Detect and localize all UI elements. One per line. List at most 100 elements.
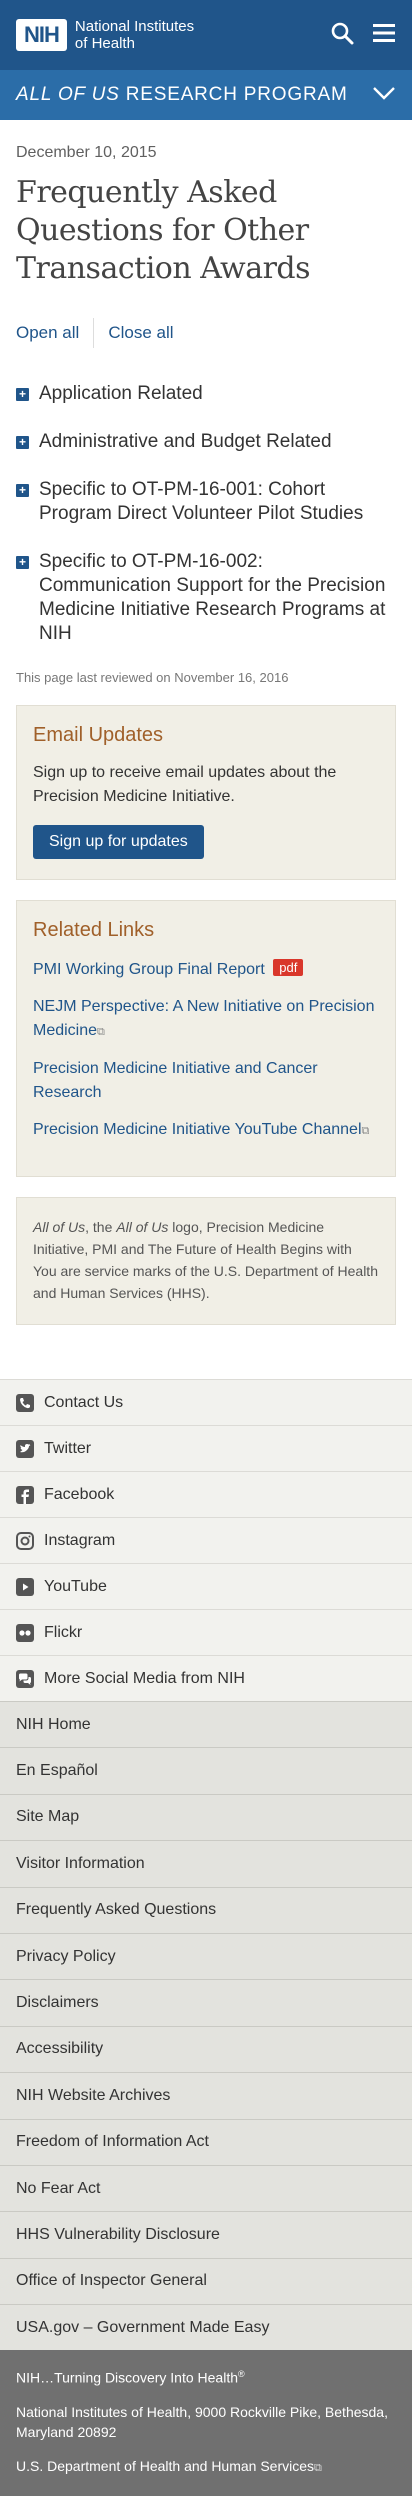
phone-icon — [16, 1393, 34, 1412]
related-link-label: PMI Working Group Final Report — [33, 961, 265, 978]
social-youtube[interactable]: YouTube — [0, 1563, 412, 1609]
footer-nav: NIH Home En Español Site Map Visitor Inf… — [0, 1701, 412, 2351]
footer-link-disclaimers[interactable]: Disclaimers — [0, 1979, 412, 2025]
social-links: Contact Us Twitter Facebook Instagram Yo… — [0, 1379, 412, 1701]
social-more[interactable]: More Social Media from NIH — [0, 1655, 412, 1701]
email-updates-title: Email Updates — [33, 724, 164, 746]
footer-link-visitor-info[interactable]: Visitor Information — [0, 1840, 412, 1886]
related-link-cancer[interactable]: Precision Medicine Initiative and Cancer… — [33, 1057, 379, 1105]
faq-accordion: + Application Related + Administrative a… — [16, 382, 396, 646]
divider — [93, 318, 95, 348]
footer-link-archives[interactable]: NIH Website Archives — [0, 2072, 412, 2118]
accordion-item-label: Specific to OT-PM-16-002: Communication … — [39, 551, 386, 644]
social-flickr[interactable]: Flickr — [0, 1609, 412, 1655]
search-icon[interactable] — [330, 21, 354, 50]
accordion-item-label: Specific to OT-PM-16-001: Cohort Program… — [39, 479, 364, 524]
accordion-controls: Open all Close all — [16, 318, 396, 348]
open-all-link[interactable]: Open all — [16, 323, 79, 343]
sign-up-button[interactable]: Sign up for updates — [33, 825, 204, 859]
external-link-icon: ⧉ — [97, 1026, 105, 1038]
program-title-emphasis: ALL OF US — [16, 84, 120, 105]
disclaimer-emphasis: All of Us — [116, 1219, 169, 1235]
logo-line-2: of Health — [74, 35, 135, 52]
disclaimer-emphasis: All of Us — [33, 1219, 86, 1235]
publish-date: December 10, 2015 — [16, 144, 157, 161]
logo-text: National Institutes of Health — [75, 18, 194, 52]
site-footer: Contact Us Twitter Facebook Instagram Yo… — [0, 1379, 412, 2496]
site-header: NIH National Institutes of Health — [0, 0, 412, 70]
footer-tagline: NIH…Turning Discovery Into Health® — [16, 2364, 396, 2388]
external-link-icon: ⧉ — [314, 2462, 322, 2475]
flickr-icon — [16, 1623, 34, 1642]
footer-hhs-link[interactable]: U.S. Department of Health and Human Serv… — [16, 2456, 396, 2478]
related-link-label: NEJM Perspective: A New Initiative on Pr… — [33, 998, 375, 1039]
related-link-nejm[interactable]: NEJM Perspective: A New Initiative on Pr… — [33, 995, 379, 1044]
trademark-disclaimer: All of Us, the All of Us logo, Precision… — [16, 1197, 396, 1325]
related-link-label: Precision Medicine Initiative and Cancer… — [33, 1060, 318, 1101]
related-links-title: Related Links — [33, 919, 155, 941]
program-bar[interactable]: ALL OF US RESEARCH PROGRAM — [0, 70, 412, 120]
instagram-icon — [16, 1531, 34, 1550]
social-label: Instagram — [44, 1531, 116, 1549]
social-contact-us[interactable]: Contact Us — [0, 1379, 412, 1425]
email-updates-card: Email Updates Sign up to receive email u… — [16, 705, 396, 880]
chevron-down-icon[interactable] — [372, 84, 396, 106]
nih-logo[interactable]: NIH National Institutes of Health — [16, 18, 194, 52]
footer-link-foia[interactable]: Freedom of Information Act — [0, 2118, 412, 2165]
social-twitter[interactable]: Twitter — [0, 1425, 412, 1471]
disclaimer-part: , the — [85, 1219, 117, 1235]
social-instagram[interactable]: Instagram — [0, 1517, 412, 1563]
social-label: More Social Media from NIH — [44, 1669, 245, 1687]
tagline-text: NIH…Turning Discovery Into Health — [16, 2370, 239, 2387]
page-title: Frequently Asked Questions for Other Tra… — [16, 175, 311, 286]
footer-bottom: NIH…Turning Discovery Into Health® Natio… — [0, 2350, 412, 2496]
related-links-card: Related Links PMI Working Group Final Re… — [16, 900, 396, 1177]
footer-link-usa-gov[interactable]: USA.gov – Government Made Easy — [0, 2304, 412, 2350]
related-link-pmi-report[interactable]: PMI Working Group Final Report pdf — [33, 956, 379, 982]
header-icons — [330, 21, 396, 50]
social-facebook[interactable]: Facebook — [0, 1471, 412, 1517]
email-updates-text: Sign up to receive email updates about t… — [33, 764, 337, 805]
expand-plus-icon: + — [16, 556, 29, 569]
social-label: Flickr — [44, 1623, 83, 1641]
footer-link-site-map[interactable]: Site Map — [0, 1793, 412, 1840]
social-label: Twitter — [44, 1439, 92, 1457]
social-label: Facebook — [44, 1485, 115, 1503]
close-all-link[interactable]: Close all — [108, 323, 173, 343]
external-link-icon: ⧉ — [361, 1125, 370, 1137]
related-link-label: Precision Medicine Initiative YouTube Ch… — [33, 1121, 362, 1138]
footer-link-en-espanol[interactable]: En Español — [0, 1747, 412, 1793]
accordion-item[interactable]: + Specific to OT-PM-16-002: Communicatio… — [16, 550, 396, 646]
logo-line-1: National Institutes — [74, 18, 195, 35]
social-label: Contact Us — [44, 1393, 124, 1411]
footer-link-no-fear-act[interactable]: No Fear Act — [0, 2164, 412, 2211]
related-link-youtube[interactable]: Precision Medicine Initiative YouTube Ch… — [33, 1118, 379, 1143]
last-reviewed: This page last reviewed on November 16, … — [16, 670, 289, 685]
footer-link-nih-home[interactable]: NIH Home — [0, 1701, 412, 1747]
twitter-icon — [16, 1439, 34, 1458]
accordion-item[interactable]: + Specific to OT-PM-16-001: Cohort Progr… — [16, 478, 396, 526]
footer-link-faq[interactable]: Frequently Asked Questions — [0, 1886, 412, 1933]
footer-address: National Institutes of Health, 9000 Rock… — [16, 2404, 388, 2441]
facebook-icon — [16, 1485, 34, 1504]
youtube-icon — [16, 1577, 34, 1596]
logo-mark: NIH — [16, 19, 67, 51]
footer-link-vulnerability[interactable]: HHS Vulnerability Disclosure — [0, 2211, 412, 2257]
disclaimer-text: All of Us, the All of Us logo, Precision… — [33, 1216, 379, 1304]
social-label: YouTube — [44, 1577, 107, 1595]
footer-link-privacy[interactable]: Privacy Policy — [0, 1932, 412, 1979]
footer-link-inspector-general[interactable]: Office of Inspector General — [0, 2257, 412, 2304]
accordion-item-label: Application Related — [39, 383, 203, 404]
main-content: December 10, 2015 Frequently Asked Quest… — [0, 120, 412, 1325]
hamburger-menu-icon[interactable] — [372, 22, 396, 49]
program-title: ALL OF US RESEARCH PROGRAM — [16, 84, 348, 106]
expand-plus-icon: + — [16, 388, 29, 401]
trademark-mark: ® — [238, 2369, 245, 2380]
accordion-item[interactable]: + Administrative and Budget Related — [16, 430, 396, 454]
accordion-item[interactable]: + Application Related — [16, 382, 396, 406]
social-media-icon — [16, 1669, 34, 1688]
footer-link-accessibility[interactable]: Accessibility — [0, 2025, 412, 2072]
hhs-label: U.S. Department of Health and Human Serv… — [16, 2458, 315, 2475]
expand-plus-icon: + — [16, 436, 29, 449]
accordion-item-label: Administrative and Budget Related — [39, 431, 332, 452]
